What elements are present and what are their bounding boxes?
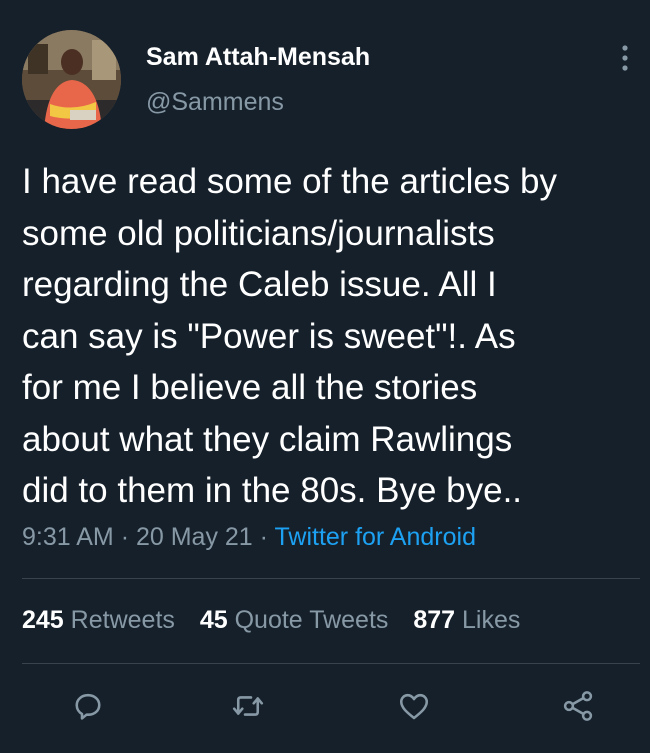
share-button[interactable] bbox=[560, 688, 596, 724]
more-vertical-icon bbox=[622, 45, 628, 71]
tweet-line: some old politicians/journalists bbox=[22, 213, 495, 253]
quote-tweets-stat[interactable]: 45 Quote Tweets bbox=[200, 606, 389, 634]
display-name[interactable]: Sam Attah-Mensah bbox=[146, 43, 370, 72]
engagement-stats: 245 Retweets 45 Quote Tweets 877 Likes bbox=[22, 606, 538, 635]
quote-tweets-count: 45 bbox=[199, 606, 228, 634]
tweet-source-link[interactable]: Twitter for Android bbox=[275, 523, 476, 551]
tweet-time[interactable]: 9:31 AM bbox=[22, 523, 114, 551]
tweet-line: regarding the Caleb issue. All I bbox=[22, 265, 497, 304]
share-icon bbox=[563, 691, 593, 721]
meta-separator: · bbox=[120, 523, 130, 551]
likes-stat[interactable]: 877 Likes bbox=[413, 606, 520, 634]
like-button[interactable] bbox=[396, 688, 432, 724]
divider bbox=[22, 578, 640, 579]
avatar[interactable] bbox=[22, 30, 121, 129]
retweets-label: Retweets bbox=[70, 606, 175, 634]
tweet-text: I have read some of the articles by some… bbox=[22, 156, 642, 517]
avatar-photo bbox=[22, 30, 121, 129]
user-handle[interactable]: @Sammens bbox=[146, 88, 284, 117]
divider bbox=[22, 663, 640, 664]
meta-separator: · bbox=[259, 523, 268, 551]
tweet-line: did to them in the 80s. Bye bye.. bbox=[22, 471, 523, 510]
tweet-line: can say is "Power is sweet"!. As bbox=[22, 316, 516, 356]
quote-tweets-label: Quote Tweets bbox=[234, 606, 389, 634]
tweet-detail: Sam Attah-Mensah @Sammens I have read so… bbox=[0, 0, 650, 753]
likes-count: 877 bbox=[413, 606, 456, 634]
retweets-stat[interactable]: 245 Retweets bbox=[22, 606, 175, 634]
tweet-date[interactable]: 20 May 21 bbox=[136, 523, 253, 551]
retweets-count: 245 bbox=[22, 606, 64, 634]
like-icon bbox=[399, 693, 429, 720]
more-options-button[interactable] bbox=[614, 42, 636, 76]
tweet-meta: 9:31 AM · 20 May 21 · Twitter for Androi… bbox=[22, 523, 476, 552]
reply-icon bbox=[75, 693, 101, 720]
tweet-line: I have read some of the articles by bbox=[22, 162, 557, 201]
tweet-line: for me I believe all the stories bbox=[22, 368, 478, 407]
retweet-icon bbox=[232, 696, 264, 716]
likes-label: Likes bbox=[462, 606, 521, 634]
retweet-button[interactable] bbox=[230, 688, 266, 724]
reply-button[interactable] bbox=[70, 688, 106, 724]
tweet-line: about what they claim Rawlings bbox=[22, 419, 513, 459]
